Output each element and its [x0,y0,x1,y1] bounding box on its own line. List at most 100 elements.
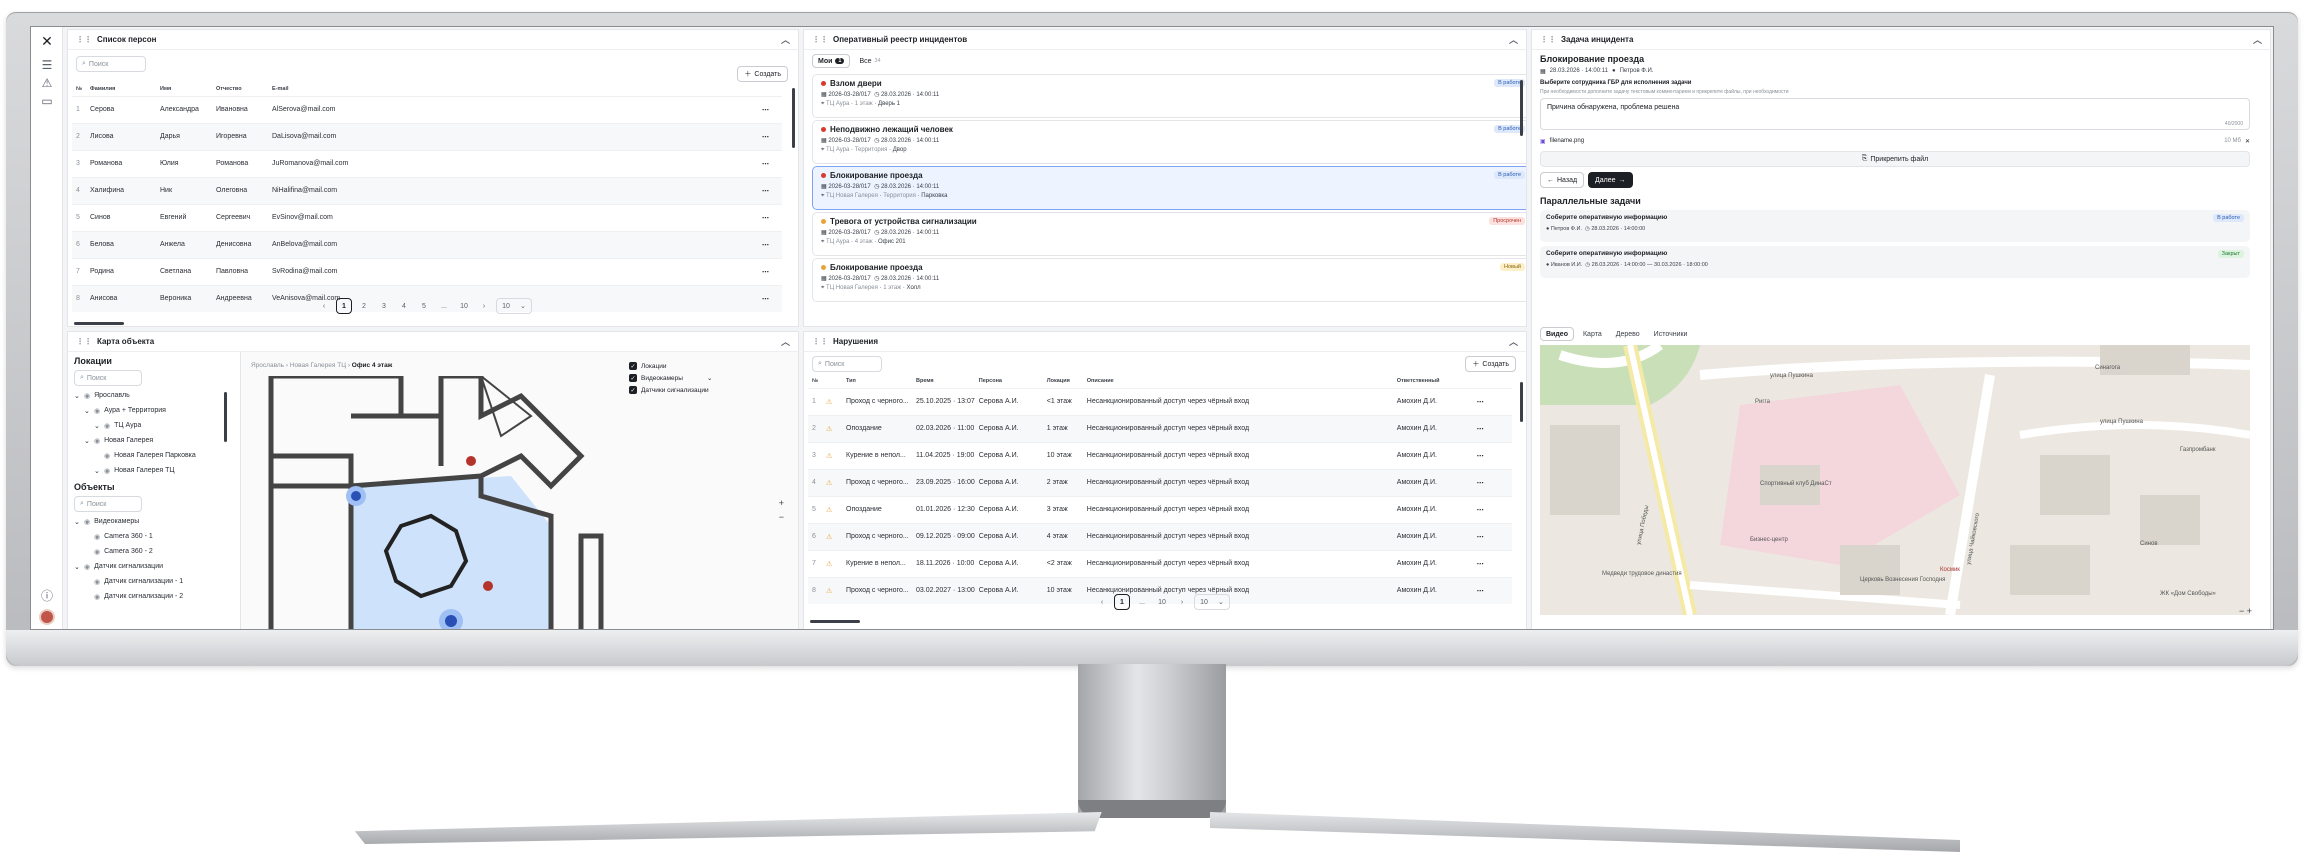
chevron-down-icon[interactable]: ⌄ [84,437,90,445]
drag-handle-icon[interactable]: ⋮⋮ [812,337,828,346]
chevron-down-icon[interactable]: ⌄ [74,518,80,526]
collapse-chevron-icon[interactable]: ︿ [1509,335,1518,348]
more-icon[interactable]: ⋯ [1472,549,1512,577]
page-button[interactable]: ... [436,298,452,314]
breadcrumb-item[interactable]: Новая Галерея ТЦ [290,362,346,369]
tab-all[interactable]: Все 34 [854,54,885,68]
tree-item[interactable]: ◉ Датчик сигнализации - 1 [74,574,183,589]
tree-item[interactable]: ◉ Camera 360 - 1 [74,529,183,544]
violations-scrollbar[interactable] [1520,382,1523,422]
chevron-down-icon[interactable]: ⌄ [74,392,80,400]
more-icon[interactable]: ⋯ [758,176,782,204]
violations-create-button[interactable]: ＋ Создать [1465,356,1516,372]
floor-plan[interactable]: Ярославль › Новая Галерея ТЦ › Офис 4 эт… [240,352,798,629]
remove-file-icon[interactable]: ✕ [2245,138,2250,145]
column-header[interactable]: Персона [975,374,1043,388]
more-icon[interactable]: ⋯ [758,257,782,285]
map-tab[interactable]: Дерево [1611,327,1645,341]
table-row[interactable]: 2 ⚠ Опоздание 02.03.2026 · 11:00 Серова А.И.… [808,414,1512,442]
table-row[interactable]: 1 ⚠ Проход с черного... 25.10.2025 · 13:07 С… [808,387,1512,415]
next-page-icon[interactable]: › [476,298,492,314]
persons-scrollbar[interactable] [792,88,795,148]
more-icon[interactable]: ⋯ [1472,441,1512,469]
column-header[interactable]: № [808,374,822,388]
more-icon[interactable]: ⋯ [1472,522,1512,550]
drag-handle-icon[interactable]: ⋮⋮ [76,35,92,44]
back-button[interactable]: ← Назад [1540,172,1585,188]
parallel-task[interactable]: Соберите оперативную информацию ● Иванов … [1540,246,2250,278]
column-header[interactable]: № [72,82,86,96]
avatar[interactable] [39,609,55,625]
chevron-down-icon[interactable]: ⌄ [84,407,90,415]
attach-file-button[interactable]: ⎘ Прикрепить файл [1540,151,2250,167]
chevron-down-icon[interactable]: ⌄ [94,467,100,475]
more-icon[interactable]: ⋯ [758,284,782,312]
collapse-chevron-icon[interactable]: ︿ [781,335,790,348]
table-row[interactable]: 3 ⚠ Курение в непол... 11.04.2025 · 19:00 Се… [808,441,1512,469]
table-row[interactable]: 7 Родина Светлана Павловна SvRodina@mail.com… [72,257,782,285]
table-row[interactable]: 4 ⚠ Проход с черного... 23.09.2025 · 16:00 С… [808,468,1512,496]
column-header[interactable]: Отчество [212,82,268,96]
tree-item[interactable]: ⌄ ◉ Видеокамеры [74,514,183,529]
zoom-controls[interactable]: − + [2239,606,2252,616]
map-tab[interactable]: Источники [1649,327,1693,341]
tree-item[interactable]: ⌄ ◉ Новая Галерея ТЦ [74,463,196,478]
more-icon[interactable]: ⋯ [758,122,782,150]
incident-card[interactable]: Блокирование проезда ▦ 2026-03-28/017 ◷ 2… [812,166,1526,210]
incidents-scrollbar[interactable] [1520,80,1523,136]
drag-handle-icon[interactable]: ⋮⋮ [812,35,828,44]
collapse-chevron-icon[interactable]: ︿ [2253,33,2262,46]
more-icon[interactable]: ⋯ [758,203,782,231]
legend-item[interactable]: ✓ Локации [629,360,712,372]
page-button[interactable]: 1 [336,298,352,314]
floor-zoom-controls[interactable]: + − [779,496,784,524]
tree-item[interactable]: ⌄ ◉ Ярославль [74,388,196,403]
more-icon[interactable]: ⋯ [1472,576,1512,604]
column-header[interactable]: Время [912,374,975,388]
incident-card[interactable]: Взлом двери ▦ 2026-03-28/017 ◷ 28.03.2026… [812,74,1526,118]
table-row[interactable]: 5 ⚠ Опоздание 01.01.2026 · 12:30 Серова А.И.… [808,495,1512,523]
tree-item[interactable]: ◉ Датчик сигнализации - 2 [74,589,183,604]
locations-scrollbar[interactable] [224,392,227,442]
collapse-chevron-icon[interactable]: ︿ [1509,33,1518,46]
chevron-down-icon[interactable]: ⌄ [94,422,100,430]
tab-mine[interactable]: Мои 1 [812,54,851,68]
list-icon[interactable]: ☰ [39,57,55,73]
violations-scrollbar-h[interactable] [810,620,860,623]
tree-item[interactable]: ⌄ ◉ Датчик сигнализации [74,559,183,574]
chevron-down-icon[interactable]: ⌄ [74,563,80,571]
page-size-select[interactable]: 10 ⌄ [1194,594,1230,610]
tree-item[interactable]: ⌄ ◉ ТЦ Аура [74,418,196,433]
incident-card[interactable]: Неподвижно лежащий человек ▦ 2026-03-28/0… [812,120,1526,164]
more-icon[interactable]: ⋯ [1472,495,1512,523]
persons-scrollbar-h[interactable] [74,322,124,325]
prev-page-icon[interactable]: ‹ [1094,594,1110,610]
page-button[interactable]: 4 [396,298,412,314]
more-icon[interactable]: ⋯ [758,95,782,123]
tree-item[interactable]: ◉ Camera 360 - 2 [74,544,183,559]
collapse-chevron-icon[interactable]: ︿ [781,33,790,46]
next-page-icon[interactable]: › [1174,594,1190,610]
drag-handle-icon[interactable]: ⋮⋮ [1540,35,1556,44]
breadcrumb-item[interactable]: Ярославль [251,362,284,369]
more-icon[interactable]: ⋯ [1472,414,1512,442]
table-row[interactable]: 1 Серова Александра Ивановна AlSerova@mail.c… [72,95,782,123]
incident-card[interactable]: Блокирование проезда ▦ 2026-03-28/017 ◷ 2… [812,258,1526,302]
page-button[interactable]: 1 [1114,594,1130,610]
persons-create-button[interactable]: ＋ Создать [737,66,788,82]
monitor-icon[interactable]: ▭ [39,93,55,109]
column-header[interactable]: Фамилия [86,82,156,96]
table-row[interactable]: 6 Белова Анжела Денисовна AnBelova@mail.com ⋯ [72,230,782,258]
table-row[interactable]: 5 Синов Евгений Сергеевич EvSinov@mail.com ⋯ [72,203,782,231]
objects-search-input[interactable]: ⌕ Поиск [74,496,142,512]
more-icon[interactable]: ⋯ [1472,468,1512,496]
chevron-down-icon[interactable]: ⌄ [707,374,712,382]
page-button[interactable]: 5 [416,298,432,314]
parallel-task[interactable]: Соберите оперативную информацию ● Петров … [1540,210,2250,242]
drag-handle-icon[interactable]: ⋮⋮ [76,337,92,346]
table-row[interactable]: 4 Халифина Ник Олеговна NiHalifina@mail.com ⋯ [72,176,782,204]
table-row[interactable]: 6 ⚠ Проход с черного... 09.12.2025 · 09:00 С… [808,522,1512,550]
column-header[interactable]: Описание [1083,374,1393,388]
map-tab[interactable]: Карта [1578,327,1607,341]
tree-item[interactable]: ◉ Новая Галерея Парковка [74,448,196,463]
